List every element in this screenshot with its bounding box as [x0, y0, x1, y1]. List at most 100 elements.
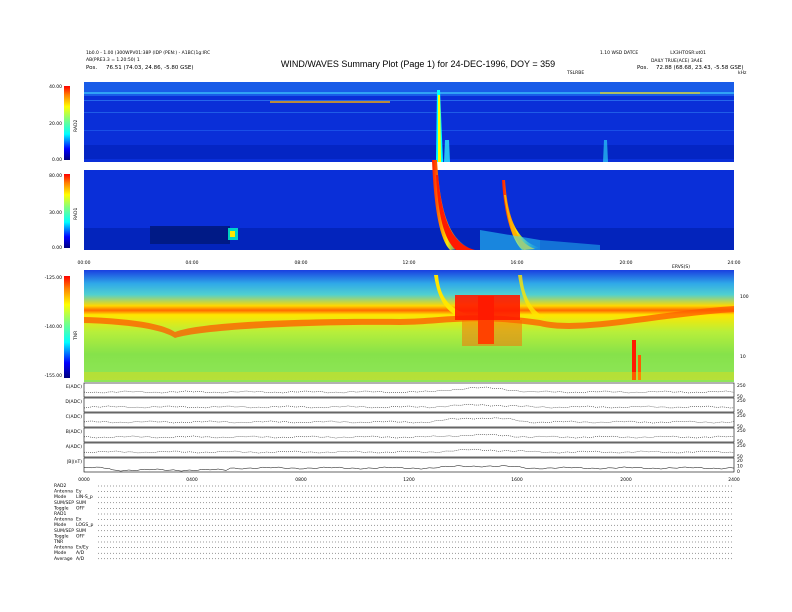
tnr-right-tick-100: 100 [740, 294, 749, 300]
line-panel-trace [83, 465, 735, 472]
footer-row-name: Mode [54, 494, 66, 500]
line-panel-right-tick: 0 [737, 469, 740, 475]
rad2-spectrogram [84, 82, 734, 162]
footer-row-name: TNR [53, 539, 63, 545]
header-khz-label: kHz [738, 70, 747, 76]
bottom-time-tick-0: 0000 [78, 477, 90, 483]
footer-row-value: SUM [76, 528, 86, 534]
line-panel-right-tick: 250 [737, 443, 746, 449]
bottom-time-tick-4: 1600 [511, 477, 523, 483]
header-right-line2: DAILY TRUE(ACE) 3A4E [651, 58, 703, 64]
bottom-time-tick-3: 1200 [403, 477, 415, 483]
line-panel-label: |B|(nT) [67, 459, 82, 465]
time-tick-3: 12:00 [403, 260, 416, 266]
footer-row-name: Antenna [54, 489, 73, 495]
rad1-label: RAD1 [73, 208, 79, 220]
tnr-colorbar [64, 276, 70, 378]
footer-row-value: Ex [76, 517, 82, 523]
rad2-label: RAD2 [73, 120, 79, 132]
time-tick-2: 08:00 [295, 260, 308, 266]
header-left-line1: 1b0.0 - 1.00 (300WPV01:38P (IDP (PEN:) -… [86, 50, 210, 56]
header-left-line2: AB(PRE3.3 = 1.20:50) 1 [86, 57, 140, 63]
bottom-time-tick-6: 2400 [728, 477, 740, 483]
rad2-colorbar [64, 86, 70, 160]
footer-row-name: RAD1 [54, 511, 66, 517]
bottom-time-tick-1: 0400 [186, 477, 198, 483]
secondary-time-label: ERVS(S) [672, 264, 690, 270]
line-panel-frame [83, 442, 735, 458]
line-panel-right-tick: 250 [737, 398, 746, 404]
line-panel-frame [83, 397, 735, 413]
line-panel-label: A(ADC) [66, 444, 83, 450]
rad1-tick-mid: 30.00 [49, 210, 62, 216]
footer-row-name: Toggle [53, 505, 69, 511]
footer-row-value: Ex/Ey [76, 545, 89, 551]
footer-row-value: LOGS_p [76, 522, 93, 528]
bottom-time-tick-5: 2000 [620, 477, 632, 483]
line-panel-frame [83, 427, 735, 443]
line-panel-right-tick: 250 [737, 413, 746, 419]
footer-row-value: SUM [76, 500, 86, 506]
line-panel-trace [83, 386, 735, 394]
bottom-time-tick-2: 0800 [295, 477, 307, 483]
footer-row-value: LIN-S_p [76, 494, 93, 500]
rad2-tick-bottom: 0.00 [52, 157, 62, 163]
tnr-tick-top: -125.00 [45, 275, 63, 281]
footer-row-name: RAD2 [54, 483, 66, 489]
line-panel-label: C(ADC) [66, 414, 83, 420]
header-center-small: TSLRBE [566, 70, 584, 76]
footer-row-name: Antenna [54, 517, 73, 523]
line-panel-trace [83, 433, 735, 439]
footer-row-value: Ey [76, 489, 82, 495]
footer-row-name: Mode [54, 522, 66, 528]
tnr-tick-mid: -140.00 [45, 324, 63, 330]
footer-row-name: Mode [54, 550, 66, 556]
rad1-tick-top: 80.00 [49, 173, 62, 179]
footer-row-name: Toggle [53, 533, 69, 539]
header-left-pos-value: 76.51 (74.03, 24.86, -5.80 GSE) [106, 65, 193, 71]
tnr-label: TNR [73, 331, 79, 341]
line-panel-frame [83, 412, 735, 428]
rad1-tick-bottom: 0.00 [52, 245, 62, 251]
tnr-tick-bottom: -155.00 [45, 373, 63, 379]
rad1-spectrogram [84, 160, 734, 250]
line-panel-label: D(ADC) [65, 399, 82, 405]
line-panel-label: E(ADC) [66, 384, 82, 390]
time-tick-6: 24:00 [728, 260, 741, 266]
footer-row-name: Average [54, 556, 73, 562]
summary-plot: 1b0.0 - 1.00 (300WPV01:38P (IDP (PEN:) -… [45, 50, 749, 562]
footer-row-value: A/D [76, 556, 85, 562]
line-panel-frame [83, 382, 735, 398]
line-panel-label: B(ADC) [66, 429, 83, 435]
time-tick-1: 04:00 [186, 260, 199, 266]
footer-row-name: Antenna [54, 545, 73, 551]
header-right-pos-value: 72.88 (68.68, 23.43, -5.58 GSE) [656, 65, 743, 71]
tnr-spectrogram [84, 270, 734, 382]
time-tick-5: 20:00 [620, 260, 633, 266]
header-right-pos-label: Pos. [637, 65, 648, 71]
rad1-colorbar [64, 174, 70, 248]
line-panel-right-tick: 250 [737, 383, 746, 389]
header-right-top: LX3HTOSR:ot01 [670, 50, 706, 56]
footer-row-value: OFF [76, 533, 85, 539]
line-panel-trace [84, 448, 735, 454]
header-left-pos-label: Pos. [86, 65, 97, 71]
footer-row-value: A/D [76, 550, 85, 556]
line-panel-right-tick: 20 [737, 458, 743, 464]
line-panel-trace [83, 403, 735, 409]
footer-row-name: SUM/SEP [54, 528, 74, 534]
header-right-line1: 1.10 WSD DATCE [600, 50, 638, 56]
line-panel-right-tick: 10 [737, 464, 743, 470]
rad2-tick-top: 40.00 [49, 84, 62, 90]
time-tick-0: 00:00 [78, 260, 91, 266]
tnr-right-tick-10: 10 [740, 354, 746, 360]
footer-row-value: OFF [76, 505, 85, 511]
rad2-tick-mid: 20.00 [49, 121, 62, 127]
line-panel-frame [83, 457, 735, 473]
line-panel-right-tick: 250 [737, 428, 746, 434]
time-tick-4: 16:00 [511, 260, 524, 266]
footer-table: RAD2Antenna EyMode LIN-S_pSUM/SEP SUMToggle… [53, 483, 734, 562]
line-panel-trace [83, 417, 735, 424]
plot-title: WIND/WAVES Summary Plot (Page 1) for 24-… [281, 59, 555, 69]
line-panels: E(ADC) 25050D(ADC) 25050C(ADC) 25050B(ADC) 2… [65, 382, 746, 475]
